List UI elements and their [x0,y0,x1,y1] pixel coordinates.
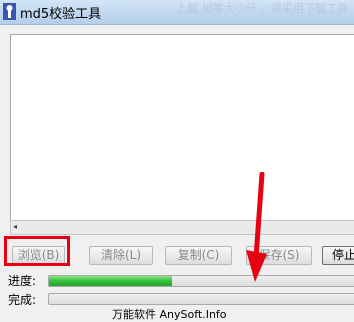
annotation-arrow-icon [246,172,267,282]
copy-button[interactable]: 复制(C) [165,246,232,265]
progress-bar-fill [49,276,173,286]
browse-highlight-box [4,236,70,266]
progress-bar [48,275,354,287]
done-label: 完成: [8,293,37,307]
app-icon [3,3,16,20]
horizontal-scrollbar[interactable] [10,220,354,235]
clear-button[interactable]: 清除(L) [89,246,153,265]
footer-text: 万能软件 AnySoft.Info [112,308,227,321]
output-textarea[interactable] [10,34,354,221]
scroll-left-icon[interactable]: ◂ [13,221,23,233]
progress-label: 进度: [8,274,37,288]
window-title: md5校验工具 [20,7,102,22]
stop-button[interactable]: 停止 [322,246,354,265]
title-bar[interactable]: md5校验工具 上载 相等大小分 ，请采用下载工具 [0,0,354,25]
background-title-fragment: 上载 相等大小分 ，请采用下载工具 [176,2,348,15]
done-bar [48,293,354,305]
